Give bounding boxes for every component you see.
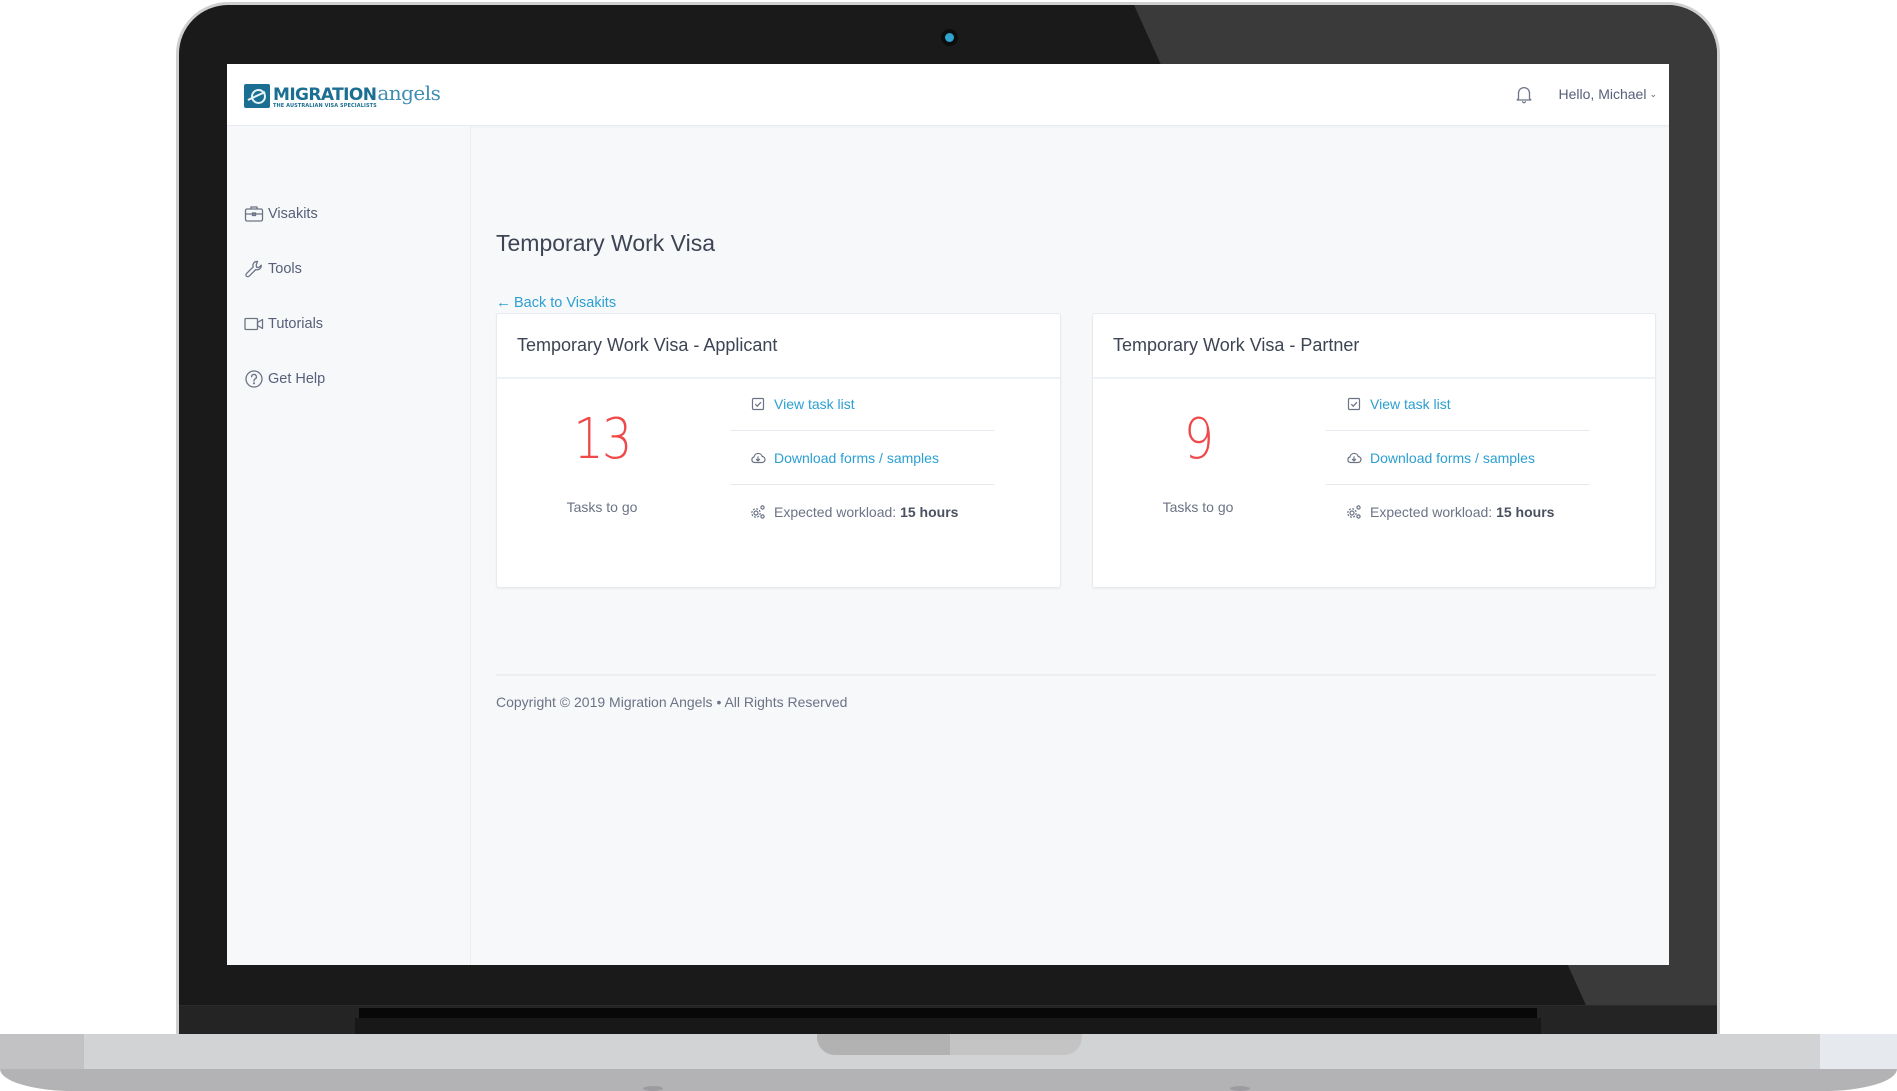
laptop-base [0,1034,1897,1091]
back-to-visakits-link[interactable]: ← Back to Visakits [496,294,616,311]
workload-value: 15 hours [900,503,959,520]
view-task-list-row: View task list [1326,377,1590,431]
logo-brand-script: angels [377,81,441,105]
expected-workload-row: Expected workload: 15 hours [730,485,994,538]
gears-icon [1347,504,1361,519]
card-actions: View task list Download forms / samples [730,377,994,538]
arrow-left-icon: ← [496,294,511,311]
sidebar-item-get-help[interactable]: Get Help [244,369,325,389]
cloud-download-icon [751,452,766,463]
header-actions: Hello, Michael ⌄ [1513,83,1657,105]
download-forms-row: Download forms / samples [730,431,994,485]
logo-tagline: THE AUSTRALIAN VISA SPECIALISTS [273,103,377,109]
bell-icon[interactable] [1513,83,1535,105]
cloud-download-icon [1347,452,1362,463]
page-title: Temporary Work Visa [496,230,715,256]
download-forms-link[interactable]: Download forms / samples [1370,450,1535,466]
card-title: Temporary Work Visa - Partner [1113,335,1360,355]
logo-text: MIGRATION angels THE AUSTRALIAN VISA SPE… [273,81,441,109]
view-task-list-link[interactable]: View task list [1370,396,1451,412]
top-header: MIGRATION angels THE AUSTRALIAN VISA SPE… [227,64,1669,126]
tasks-count-label: Tasks to go [566,499,638,515]
card-header: Temporary Work Visa - Partner [1093,314,1655,379]
card-title: Temporary Work Visa - Applicant [517,335,778,355]
tasks-count: 13 [573,407,632,472]
visakit-card-partner: Temporary Work Visa - Partner 9 Tasks to… [1092,313,1656,588]
migration-angels-logo[interactable]: MIGRATION angels THE AUSTRALIAN VISA SPE… [244,81,441,109]
card-header: Temporary Work Visa - Applicant [497,314,1060,379]
workload-value: 15 hours [1496,503,1555,520]
sidebar: Visakits Tools Tutorials Get Help [227,126,471,965]
base-cap-left [0,1034,84,1069]
user-greeting: Hello, Michael [1558,86,1647,102]
gears-icon [751,504,765,519]
webcam-icon [941,29,958,46]
sidebar-item-tools[interactable]: Tools [244,259,302,279]
expected-workload: Expected workload: 15 hours [1370,504,1554,520]
base-foot [1230,1086,1250,1091]
base-foot [643,1086,663,1091]
base-top [0,1034,1897,1069]
sidebar-item-tutorials[interactable]: Tutorials [244,314,323,334]
sidebar-item-label: Visakits [268,206,318,222]
logo-brand-bold: MIGRATION [273,85,377,105]
video-camera-icon [244,317,264,331]
view-task-list-row: View task list [730,377,994,431]
expected-workload: Expected workload: 15 hours [774,504,958,520]
sidebar-item-label: Tutorials [268,316,324,332]
base-cap-right [1820,1034,1897,1069]
checkbox-icon [751,397,765,410]
laptop-hinge [179,1006,1717,1034]
tasks-count-label: Tasks to go [1162,499,1234,515]
visakit-card-applicant: Temporary Work Visa - Applicant 13 Tasks… [496,313,1061,588]
sidebar-item-label: Tools [268,261,302,277]
tasks-count: 9 [1183,407,1214,472]
globe-logo-icon [244,84,270,108]
sidebar-item-label: Get Help [268,371,326,387]
app-screen: MIGRATION angels THE AUSTRALIAN VISA SPE… [227,64,1669,965]
checkbox-icon [1347,397,1361,410]
workload-label: Expected workload: [774,503,897,520]
copyright-text: Copyright © 2019 Migration Angels • All … [496,694,848,710]
base-notch-shade [817,1034,950,1055]
view-task-list-link[interactable]: View task list [774,396,855,412]
question-circle-icon [245,370,263,388]
hinge-strip-lower [355,1018,1541,1034]
download-forms-row: Download forms / samples [1326,431,1590,485]
chevron-down-icon: ⌄ [1649,88,1657,99]
workload-label: Expected workload: [1370,503,1493,520]
back-link-label: Back to Visakits [514,294,617,311]
download-forms-link[interactable]: Download forms / samples [774,450,939,466]
logo-wordmark: MIGRATION angels [273,81,441,105]
footer-divider [496,674,1656,676]
card-actions: View task list Download forms / samples [1326,377,1590,538]
base-notch [817,1034,1082,1055]
user-menu[interactable]: Hello, Michael ⌄ [1559,86,1657,102]
wrench-icon [245,260,262,278]
base-bottom [0,1069,1897,1091]
expected-workload-row: Expected workload: 15 hours [1326,485,1590,538]
briefcase-icon [244,206,264,222]
sidebar-item-visakits[interactable]: Visakits [244,204,318,224]
hinge-strip [359,1008,1537,1018]
